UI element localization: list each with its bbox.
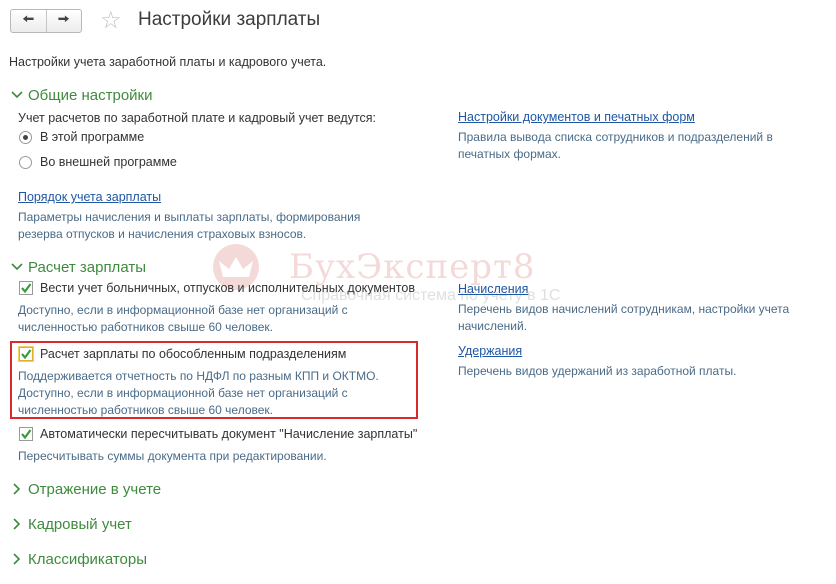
checkbox-auto-recalculate[interactable]: Автоматически пересчитывать документ "На… (19, 427, 417, 441)
back-button[interactable]: 🠨 (11, 10, 46, 32)
description-line: численностью работников свыше 60 человек… (18, 320, 274, 334)
arrow-right-icon: 🠪 (57, 9, 70, 28)
checkbox-checked[interactable] (19, 281, 33, 295)
payroll-order-description: Параметры начисления и выплаты зарплаты,… (18, 209, 360, 243)
section-general-header[interactable]: Общие настройки (8, 86, 153, 104)
description-line: Перечень видов начислений сотрудникам, н… (458, 302, 790, 316)
description-line: Пересчитывать суммы документа при редакт… (18, 449, 327, 463)
payroll-order-link[interactable]: Порядок учета зарплаты (18, 190, 161, 204)
sick-leave-description: Доступно, если в информационной базе нет… (18, 302, 348, 336)
accounting-question: Учет расчетов по заработной плате и кадр… (18, 111, 377, 125)
page-subtitle: Настройки учета заработной платы и кадро… (9, 55, 327, 69)
radio-this-program[interactable]: В этой программе (19, 130, 144, 144)
section-title: Классификаторы (28, 550, 148, 568)
checkbox-sick-leave[interactable]: Вести учет больничных, отпусков и исполн… (19, 281, 415, 295)
separate-divisions-description: Поддерживается отчетность по НДФЛ по раз… (18, 368, 379, 419)
description-line: Правила вывода списка сотрудников и подр… (458, 130, 773, 144)
description-line: Доступно, если в информационной базе нет… (18, 303, 348, 317)
section-hr[interactable]: Кадровый учет (8, 515, 132, 533)
chevron-right-icon (8, 515, 26, 533)
checkbox-checked[interactable] (19, 427, 33, 441)
auto-recalculate-description: Пересчитывать суммы документа при редакт… (18, 448, 327, 465)
chevron-right-icon (8, 480, 26, 498)
section-payroll-header[interactable]: Расчет зарплаты (8, 258, 146, 276)
checkbox-separate-divisions[interactable]: Расчет зарплаты по обособленным подразде… (19, 347, 346, 361)
chevron-down-icon (8, 258, 26, 276)
description-line: резерва отпусков и начисления страховых … (18, 227, 307, 241)
checkbox-label: Автоматически пересчитывать документ "На… (40, 427, 418, 441)
description-line: Перечень видов удержаний из заработной п… (458, 364, 737, 378)
radio-external-program[interactable]: Во внешней программе (19, 155, 177, 169)
accruals-link[interactable]: Начисления (458, 282, 528, 296)
description-line: начислений. (458, 319, 528, 333)
document-settings-link[interactable]: Настройки документов и печатных форм (458, 110, 695, 124)
star-icon[interactable]: ☆ (100, 6, 122, 34)
section-classifiers[interactable]: Классификаторы (8, 550, 147, 568)
checkbox-checked[interactable] (19, 347, 33, 361)
checkbox-label: Расчет зарплаты по обособленным подразде… (40, 347, 347, 361)
chevron-down-icon (8, 86, 26, 104)
description-line: Поддерживается отчетность по НДФЛ по раз… (18, 369, 379, 383)
chevron-right-icon (8, 550, 26, 568)
arrow-left-icon: 🠨 (22, 9, 35, 28)
radio-button[interactable] (19, 155, 32, 169)
deductions-link[interactable]: Удержания (458, 344, 522, 358)
description-line: численностью работников свыше 60 человек… (18, 403, 274, 417)
section-accounting-reflection[interactable]: Отражение в учете (8, 480, 161, 498)
radio-label: В этой программе (40, 130, 145, 144)
forward-button[interactable]: 🠪 (45, 9, 82, 32)
description-line: Параметры начисления и выплаты зарплаты,… (18, 210, 361, 224)
checkbox-label: Вести учет больничных, отпусков и исполн… (40, 281, 415, 295)
deductions-description: Перечень видов удержаний из заработной п… (458, 363, 736, 380)
radio-button-selected[interactable] (19, 130, 32, 144)
navigation-buttons: 🠨 🠪 (10, 9, 82, 33)
accruals-description: Перечень видов начислений сотрудникам, н… (458, 301, 789, 335)
section-title: Кадровый учет (28, 515, 132, 533)
section-title: Отражение в учете (28, 480, 162, 498)
document-settings-description: Правила вывода списка сотрудников и подр… (458, 129, 773, 163)
description-line: печатных формах. (458, 147, 561, 161)
radio-label: Во внешней программе (40, 155, 177, 169)
section-general-title: Общие настройки (28, 86, 153, 104)
section-payroll-title: Расчет зарплаты (28, 258, 146, 276)
description-line: Доступно, если в информационной базе нет… (18, 386, 348, 400)
page-title: Настройки зарплаты (138, 9, 321, 30)
